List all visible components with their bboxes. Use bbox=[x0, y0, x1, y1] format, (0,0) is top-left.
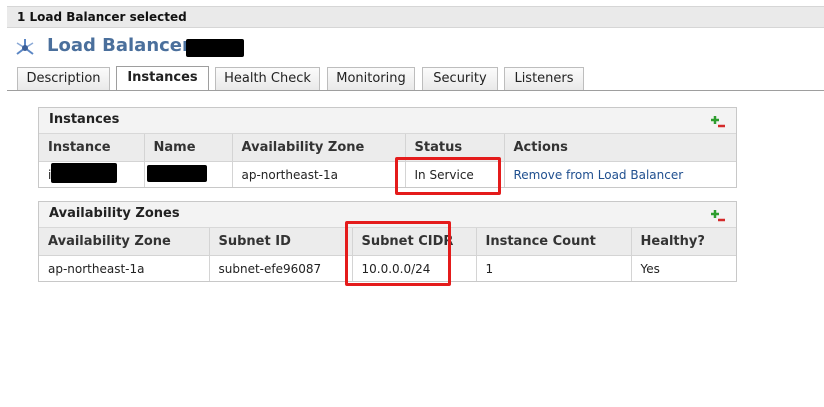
remove-from-lb-link[interactable]: Remove from Load Balancer bbox=[514, 168, 684, 182]
subnet-id-cell: subnet-efe96087 bbox=[209, 255, 353, 281]
col-availability-zone[interactable]: Availability Zone bbox=[232, 134, 406, 162]
instances-panel-title: Instances bbox=[49, 112, 120, 127]
tab-description[interactable]: Description bbox=[17, 67, 110, 90]
instances-table: Instance Name Availability Zone Status A… bbox=[39, 134, 736, 187]
redacted-lb-name bbox=[186, 39, 244, 57]
col-healthy[interactable]: Healthy? bbox=[631, 228, 736, 256]
tab-monitoring[interactable]: Monitoring bbox=[327, 67, 415, 90]
instances-panel-header: Instances bbox=[39, 108, 736, 134]
col-instance[interactable]: Instance bbox=[39, 134, 145, 162]
table-row: i ap-northeast-1a In Service Remove from… bbox=[39, 161, 736, 188]
zone-cell: ap-northeast-1a bbox=[39, 255, 210, 281]
tab-health-check[interactable]: Health Check bbox=[215, 67, 320, 90]
redacted-instance-name bbox=[147, 165, 207, 182]
subnet-cidr-highlight bbox=[345, 221, 451, 286]
selection-bar: 1 Load Balancer selected bbox=[7, 6, 824, 28]
healthy-cell: Yes bbox=[640, 261, 660, 276]
page-title: Load Balancer: bbox=[47, 35, 199, 56]
col-availability-zone[interactable]: Availability Zone bbox=[39, 228, 210, 256]
status-highlight bbox=[395, 157, 501, 195]
add-remove-instances-icon[interactable] bbox=[710, 115, 726, 129]
table-header-row: Instance Name Availability Zone Status A… bbox=[39, 134, 736, 162]
tab-security[interactable]: Security bbox=[422, 67, 498, 90]
add-remove-zones-icon[interactable] bbox=[710, 209, 726, 223]
selection-count: 1 Load Balancer selected bbox=[17, 10, 187, 24]
instance-count-cell: 1 bbox=[476, 255, 632, 281]
tab-instances[interactable]: Instances bbox=[116, 66, 209, 91]
col-actions: Actions bbox=[504, 134, 736, 162]
instance-action-cell: Remove from Load Balancer bbox=[504, 162, 736, 188]
zones-panel-title: Availability Zones bbox=[49, 206, 180, 221]
redacted-instance-id bbox=[51, 163, 117, 183]
col-instance-count[interactable]: Instance Count bbox=[476, 228, 632, 256]
load-balancer-icon bbox=[16, 39, 34, 55]
tab-listeners[interactable]: Listeners bbox=[504, 67, 584, 90]
instance-zone-cell: ap-northeast-1a bbox=[232, 161, 406, 187]
col-name[interactable]: Name bbox=[144, 134, 233, 162]
instances-panel: Instances Instance Name Availability Zon… bbox=[38, 107, 737, 188]
tab-divider bbox=[7, 90, 824, 91]
col-subnet-id[interactable]: Subnet ID bbox=[209, 228, 353, 256]
